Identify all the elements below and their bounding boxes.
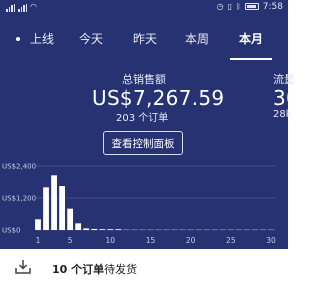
chart-bars	[35, 175, 274, 230]
x-tick-label: 1	[36, 236, 41, 245]
battery-icon	[244, 3, 259, 10]
chart-bar	[91, 228, 98, 230]
chart-bar	[244, 229, 250, 230]
tab-yesterday[interactable]: 昨天	[133, 30, 157, 47]
chart-bar	[163, 229, 170, 230]
chart-bar	[43, 187, 49, 230]
chart-bar	[115, 229, 122, 230]
chart-bar	[131, 229, 138, 230]
total-sales-label: 总销售额	[122, 73, 166, 86]
signal-icon	[18, 4, 27, 12]
pending-count: 10 个订单	[52, 263, 105, 276]
tab-today[interactable]: 今天	[79, 30, 103, 47]
signal-icon	[6, 4, 15, 12]
x-tick-label: 20	[186, 236, 196, 245]
order-count: 203 个订单	[116, 113, 169, 124]
chart-bar	[171, 229, 178, 230]
tab-this-month[interactable]: 本月	[239, 30, 263, 47]
tab-active-indicator	[230, 58, 272, 60]
y-tick-label: US$2,400	[2, 163, 36, 171]
chart-x-labels: 1 5 10 15 20 25 30	[36, 236, 276, 245]
chart-bar	[219, 229, 226, 230]
chart-bar	[35, 219, 41, 230]
vibrate-icon: ▯	[227, 1, 232, 11]
chart-bar	[51, 175, 57, 230]
traffic-label: 流量	[273, 73, 295, 86]
x-tick-label: 15	[146, 236, 156, 245]
x-tick-label: 25	[226, 236, 236, 245]
total-sales-value: US$7,267.59	[92, 86, 225, 110]
download-tray-icon	[15, 260, 31, 274]
chart-bar	[123, 229, 130, 230]
x-tick-label: 10	[106, 236, 116, 245]
sales-chart: US$2,400US$1,200US$0 1 5 10 15 20 25 30	[2, 163, 276, 245]
x-tick-label: 30	[266, 236, 276, 245]
period-tabs: 上线 今天 昨天 本周 本月	[0, 22, 288, 60]
chart-bar	[195, 229, 202, 230]
chart-bar	[179, 229, 186, 230]
chart-bar	[99, 229, 106, 230]
chart-bar	[260, 229, 266, 230]
chart-bar	[83, 228, 90, 230]
traffic-value: 30	[273, 86, 300, 110]
chart-bar	[268, 229, 274, 230]
chart-bar	[107, 229, 114, 230]
live-dot-icon	[16, 37, 20, 41]
view-dashboard-button[interactable]: 查看控制面板	[103, 131, 183, 155]
chart-bar	[155, 229, 162, 230]
chart-bar	[59, 186, 65, 230]
chart-bar	[187, 229, 194, 230]
chart-bar	[67, 208, 74, 230]
chart-bar	[235, 229, 242, 230]
chart-bar	[75, 223, 82, 230]
tab-this-week[interactable]: 本周	[185, 30, 209, 47]
x-tick-label: 5	[68, 236, 73, 245]
chart-bar	[252, 229, 258, 230]
status-right: ◷ ▯ ᛒ 7:58	[217, 1, 283, 12]
status-time: 7:58	[262, 1, 283, 12]
chart-bar	[211, 229, 218, 230]
tab-live[interactable]: 上线	[30, 30, 54, 47]
chart-bar	[147, 229, 154, 230]
y-tick-label: US$1,200	[2, 195, 36, 203]
chart-y-labels: US$2,400 US$1,200 US$0	[2, 163, 36, 235]
pending-orders-row[interactable]: 10 个订单待发货	[0, 255, 288, 281]
chart-bar	[227, 229, 234, 230]
wifi-icon: ◠	[30, 2, 37, 11]
bluetooth-icon: ᛒ	[235, 1, 241, 11]
chart-bar	[203, 229, 210, 230]
chart-bar	[139, 229, 146, 230]
alarm-icon: ◷	[216, 1, 224, 11]
signal-group: ◠	[6, 2, 37, 12]
dashboard-header: ◠ ◷ ▯ ᛒ 7:58 上线 今天 昨天 本周 本月 总销售额 US$7,26…	[0, 0, 299, 249]
y-tick-label: US$0	[2, 227, 20, 235]
pending-orders-text: 10 个订单待发货	[52, 261, 137, 277]
traffic-sub: 28k	[273, 109, 292, 120]
status-bar: ◠ ◷ ▯ ᛒ 7:58	[0, 0, 288, 14]
pending-suffix: 待发货	[104, 263, 138, 276]
